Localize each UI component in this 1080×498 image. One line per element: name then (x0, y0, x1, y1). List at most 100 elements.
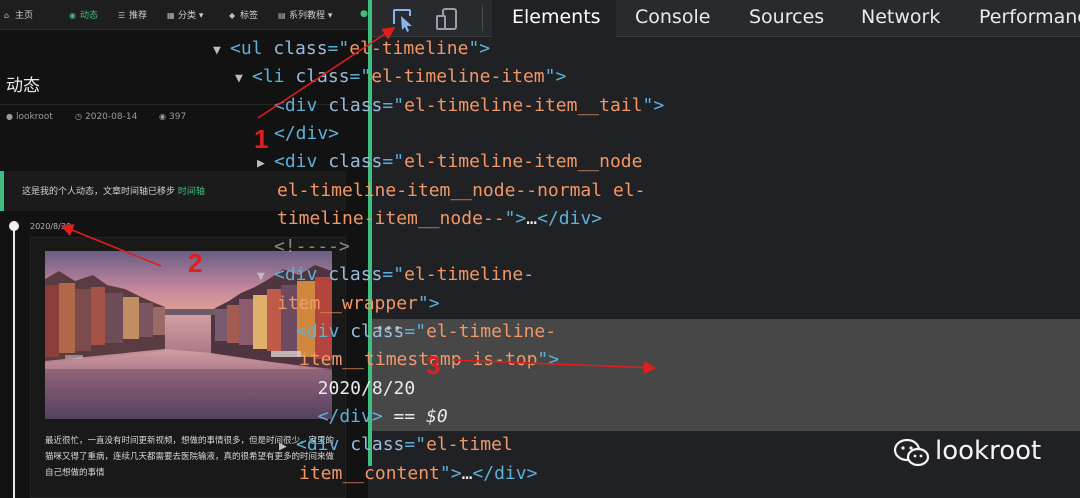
tab-console[interactable]: Console (635, 0, 710, 37)
dom-token: … (461, 462, 473, 484)
dom-token: el-timeline-item__tail (404, 94, 643, 116)
devtools-panel: Elements Console Sources Network Perform… (213, 0, 1080, 498)
watermark-text: lookroot (935, 436, 1042, 466)
expand-arrow-icon[interactable]: ▼ (257, 266, 274, 288)
dom-token: class (273, 38, 328, 59)
nav-item-category[interactable]: ▦ 分类 ▾ (167, 8, 203, 21)
chevron-down-icon: ▾ (327, 11, 333, 21)
nav-item-series[interactable]: ▤ 系列教程 ▾ (278, 8, 332, 21)
dom-token: == (382, 405, 427, 427)
dom-token: el-timeline-item__node--normal el- (277, 179, 646, 201)
dom-line[interactable]: ▶ <div class="el-timeline-item__node (257, 151, 643, 175)
dom-token: <div (274, 264, 329, 286)
dom-token: <div (274, 94, 329, 116)
home-icon: ⌂ (4, 11, 10, 20)
book-icon: ▤ (278, 11, 286, 20)
annotation-number-1: 1 (254, 124, 269, 154)
dom-token: class (328, 151, 383, 173)
chevron-down-icon: ▾ (198, 11, 204, 21)
dom-token: =" (349, 66, 372, 88)
meta-views: ◉ 397 (159, 112, 187, 122)
nav-item-tags[interactable]: ◆ 标签 (229, 8, 258, 21)
device-toolbar-button[interactable] (434, 6, 460, 32)
tab-network[interactable]: Network (861, 0, 940, 37)
notice-text: 这是我的个人动态，文章时间轴已移步 (22, 187, 178, 197)
dom-token: class (350, 321, 405, 342)
wechat-icon (893, 438, 930, 467)
dom-token: class (328, 94, 383, 116)
collapsed-arrow-icon[interactable]: ▶ (257, 153, 274, 175)
expand-arrow-icon[interactable]: ▼ (213, 40, 230, 62)
dom-token: </div> (296, 405, 383, 427)
dom-token: $0 (426, 405, 448, 427)
meta-date: ◷ 2020-08-14 (75, 112, 138, 122)
nav-item-activity[interactable]: ◉ 动态 (69, 8, 98, 21)
tab-elements[interactable]: Elements (492, 0, 616, 37)
tag-icon: ◆ (229, 11, 236, 20)
dom-token: <div (274, 151, 329, 173)
dom-line[interactable]: ▼ <div class="el-timeline- (257, 264, 535, 288)
dom-line[interactable]: ▼ <ul class="el-timeline"> (213, 38, 490, 62)
tab-sources[interactable]: Sources (749, 0, 824, 37)
dom-token: el-timeline-item (371, 66, 545, 88)
dom-token: class (350, 434, 405, 456)
dom-line[interactable]: ▶ <div class="el-timel (279, 434, 513, 458)
dom-token: class (295, 66, 350, 88)
dom-line[interactable]: item__wrapper"> (277, 293, 440, 315)
meta-author[interactable]: ● lookroot (6, 112, 53, 122)
dom-token: item__wrapper (277, 292, 418, 314)
dom-line[interactable]: </div> (274, 123, 339, 145)
dom-token: el-timeline-item__node (404, 151, 643, 173)
list-icon: ☰ (118, 11, 126, 20)
dom-token: "> (537, 349, 560, 371)
user-icon[interactable]: ● (360, 9, 368, 19)
dom-line[interactable]: <div class="el-timeline- (296, 321, 556, 343)
grid-icon: ▦ (167, 11, 175, 20)
dom-line[interactable]: <div class="el-timeline-item__tail"> (274, 95, 664, 117)
dom-line[interactable]: </div> == $0 (296, 406, 448, 428)
dom-line[interactable]: el-timeline-item__node--normal el- (277, 180, 645, 202)
dom-token: item__timestamp is-top (299, 349, 538, 371)
inspect-element-button[interactable] (390, 6, 416, 32)
dom-token: =" (327, 38, 350, 59)
dom-line[interactable]: timeline-item__node--">…</div> (277, 208, 602, 230)
dom-token: <li (252, 66, 296, 88)
dom-token: "> (504, 207, 527, 229)
dom-token: "> (417, 292, 440, 314)
user-icon: ● (6, 112, 13, 121)
nav-item-recommend[interactable]: ☰ 推荐 (118, 8, 147, 21)
timeline-link[interactable]: 时间轴 (178, 187, 205, 197)
dom-token: class (328, 264, 383, 286)
dom-token: "> (642, 94, 665, 116)
devtools-toolbar: Elements Console Sources Network Perform… (372, 0, 1080, 37)
dom-token: <div (296, 321, 351, 342)
dom-token: 2020/8/20 (296, 377, 416, 399)
dom-token: </div> (274, 122, 340, 144)
dom-token: timeline-item__node-- (277, 207, 505, 229)
dom-line[interactable]: item__content">…</div> (299, 463, 537, 485)
eye-icon: ◉ (159, 112, 166, 121)
dom-token: </div> (537, 207, 603, 229)
dom-token: el-timeline (349, 38, 469, 59)
dom-line[interactable]: 2020/8/20 (296, 377, 416, 400)
dom-token: =" (404, 321, 427, 342)
nav-item-home[interactable]: ⌂ 主页 (4, 8, 33, 21)
dom-token: =" (382, 94, 405, 116)
expand-arrow-icon[interactable]: ▼ (235, 68, 252, 90)
page-title: 动态 (6, 76, 40, 96)
device-icon (436, 8, 457, 30)
dom-token: <div (296, 434, 351, 456)
activity-icon: ◉ (69, 11, 76, 20)
dom-token: "> (439, 462, 462, 484)
tab-performance[interactable]: Performanc (979, 0, 1080, 37)
dom-line[interactable]: <!----> (274, 236, 350, 258)
dom-token: … (526, 207, 538, 229)
dom-token: "> (544, 66, 567, 88)
timeline-dot (9, 221, 19, 231)
dom-line[interactable]: ▼ <li class="el-timeline-item"> (235, 66, 567, 90)
site-nav: ⌂ 主页 ◉ 动态 ☰ 推荐 ▦ 分类 ▾ ◆ 标签 ▤ 系列教程 ▾ ● (0, 0, 368, 30)
dom-token: <ul (230, 38, 274, 59)
dom-token: el-timeline- (404, 264, 535, 286)
collapsed-arrow-icon[interactable]: ▶ (279, 436, 296, 458)
dom-token: =" (382, 264, 405, 286)
